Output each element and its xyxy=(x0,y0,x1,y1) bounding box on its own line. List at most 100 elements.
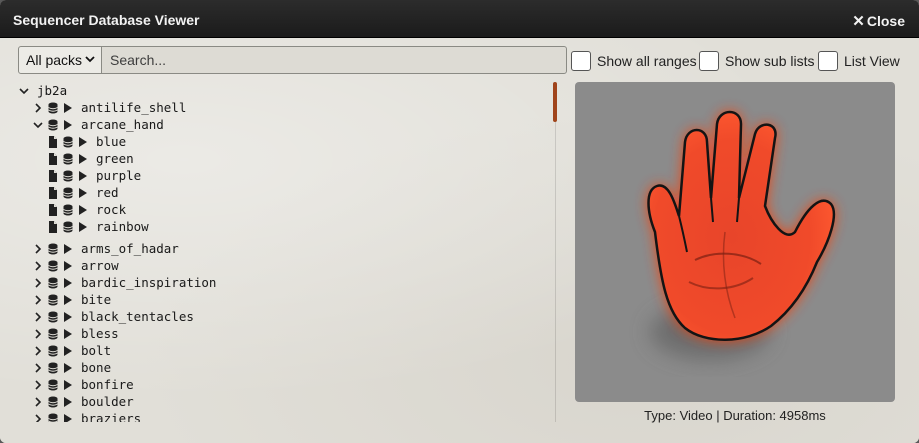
chevron-right-icon[interactable] xyxy=(32,327,44,341)
tree-subitem[interactable]: purple xyxy=(47,167,141,184)
tree-subitem[interactable]: green xyxy=(47,150,134,167)
pack-select-value: All packs xyxy=(26,52,83,68)
tree-item-label: bless xyxy=(81,326,119,341)
tree-root-label: jb2a xyxy=(37,83,68,98)
file-icon xyxy=(49,186,57,199)
chevron-right-icon[interactable] xyxy=(32,344,44,358)
tree-scrollbar[interactable] xyxy=(553,82,557,122)
play-icon[interactable] xyxy=(77,169,89,183)
checkbox-box[interactable] xyxy=(818,51,838,71)
tree-item[interactable]: bardic_inspiration xyxy=(32,274,216,291)
play-icon[interactable] xyxy=(62,378,74,392)
checkbox-box[interactable] xyxy=(699,51,719,71)
tree-item[interactable]: braziers xyxy=(32,410,141,422)
play-icon[interactable] xyxy=(62,327,74,341)
window-content: All packs Show all ranges Show sub lists… xyxy=(0,38,919,443)
preview-caption: Type: Video | Duration: 4958ms xyxy=(644,408,826,423)
tree-item-label: purple xyxy=(96,168,142,183)
play-icon[interactable] xyxy=(62,361,74,375)
tree-item[interactable]: bless xyxy=(32,325,119,342)
database-icon xyxy=(63,204,73,215)
database-icon xyxy=(48,277,58,288)
show-all-ranges-label: Show all ranges xyxy=(597,53,697,69)
close-icon: ✕ xyxy=(852,13,865,30)
database-tree[interactable]: jb2a antilife_shell arcane_hand blue green p… xyxy=(14,82,558,422)
play-icon[interactable] xyxy=(62,118,74,132)
tree-item[interactable]: black_tentacles xyxy=(32,308,194,325)
play-icon[interactable] xyxy=(77,203,89,217)
play-icon[interactable] xyxy=(62,293,74,307)
database-icon xyxy=(48,362,58,373)
chevron-right-icon[interactable] xyxy=(32,242,44,256)
window-titlebar[interactable]: Sequencer Database Viewer ✕ Close xyxy=(0,0,919,38)
tree-subitem[interactable]: rock xyxy=(47,201,126,218)
chevron-right-icon[interactable] xyxy=(32,378,44,392)
tree-item[interactable]: bone xyxy=(32,359,111,376)
chevron-right-icon[interactable] xyxy=(32,361,44,375)
play-icon[interactable] xyxy=(62,412,74,423)
play-icon[interactable] xyxy=(77,186,89,200)
chevron-right-icon[interactable] xyxy=(32,101,44,115)
play-icon[interactable] xyxy=(62,344,74,358)
database-icon xyxy=(48,328,58,339)
tree-root[interactable]: jb2a xyxy=(18,82,67,99)
tree-item-label: rock xyxy=(96,202,127,217)
tree-item-label: bone xyxy=(81,360,112,375)
play-icon[interactable] xyxy=(62,310,74,324)
file-icon xyxy=(49,152,57,165)
tree-item[interactable]: arms_of_hadar xyxy=(32,240,179,257)
arcane-hand-preview-icon xyxy=(647,110,836,360)
tree-item-label: rainbow xyxy=(96,219,149,234)
play-icon[interactable] xyxy=(77,135,89,149)
tree-subitem[interactable]: rainbow xyxy=(47,218,149,235)
tree-subitem[interactable]: blue xyxy=(47,133,126,150)
chevron-down-icon[interactable] xyxy=(18,84,30,98)
tree-subitem[interactable]: red xyxy=(47,184,119,201)
chevron-right-icon[interactable] xyxy=(32,412,44,423)
show-sub-lists-label: Show sub lists xyxy=(725,53,815,69)
tree-divider xyxy=(555,122,556,422)
database-icon xyxy=(48,379,58,390)
play-icon[interactable] xyxy=(62,101,74,115)
tree-item-label: bardic_inspiration xyxy=(81,275,217,290)
tree-item[interactable]: bonfire xyxy=(32,376,134,393)
tree-item[interactable]: bolt xyxy=(32,342,111,359)
checkbox-box[interactable] xyxy=(571,51,591,71)
database-icon xyxy=(63,221,73,232)
play-icon[interactable] xyxy=(77,152,89,166)
database-icon xyxy=(48,243,58,254)
tree-item[interactable]: boulder xyxy=(32,393,134,410)
sequencer-database-viewer-window: Sequencer Database Viewer ✕ Close All pa… xyxy=(0,0,919,443)
chevron-down-icon[interactable] xyxy=(32,118,44,132)
tree-item-label: arrow xyxy=(81,258,119,273)
database-icon xyxy=(48,396,58,407)
show-all-ranges-checkbox[interactable]: Show all ranges xyxy=(571,50,697,72)
show-sub-lists-checkbox[interactable]: Show sub lists xyxy=(699,50,814,72)
file-icon xyxy=(49,135,57,148)
chevron-right-icon[interactable] xyxy=(32,395,44,409)
database-icon xyxy=(63,187,73,198)
chevron-right-icon[interactable] xyxy=(32,310,44,324)
tree-item-label: arms_of_hadar xyxy=(81,241,179,256)
database-icon xyxy=(48,102,58,113)
tree-item[interactable]: antilife_shell xyxy=(32,99,186,116)
play-icon[interactable] xyxy=(62,395,74,409)
tree-item[interactable]: arrow xyxy=(32,257,119,274)
play-icon[interactable] xyxy=(62,242,74,256)
tree-item-label: bonfire xyxy=(81,377,134,392)
pack-select[interactable]: All packs xyxy=(18,46,102,74)
tree-item[interactable]: bite xyxy=(32,291,111,308)
file-icon xyxy=(49,203,57,216)
chevron-right-icon[interactable] xyxy=(32,259,44,273)
play-icon[interactable] xyxy=(77,220,89,234)
tree-item[interactable]: arcane_hand xyxy=(32,116,164,133)
chevron-right-icon[interactable] xyxy=(32,276,44,290)
play-icon[interactable] xyxy=(62,276,74,290)
search-input[interactable] xyxy=(101,46,567,74)
chevron-right-icon[interactable] xyxy=(32,293,44,307)
close-button[interactable]: ✕ Close xyxy=(852,12,905,30)
tree-item-label: black_tentacles xyxy=(81,309,194,324)
preview-panel xyxy=(575,82,895,402)
play-icon[interactable] xyxy=(62,259,74,273)
list-view-checkbox[interactable]: List View xyxy=(818,50,900,72)
